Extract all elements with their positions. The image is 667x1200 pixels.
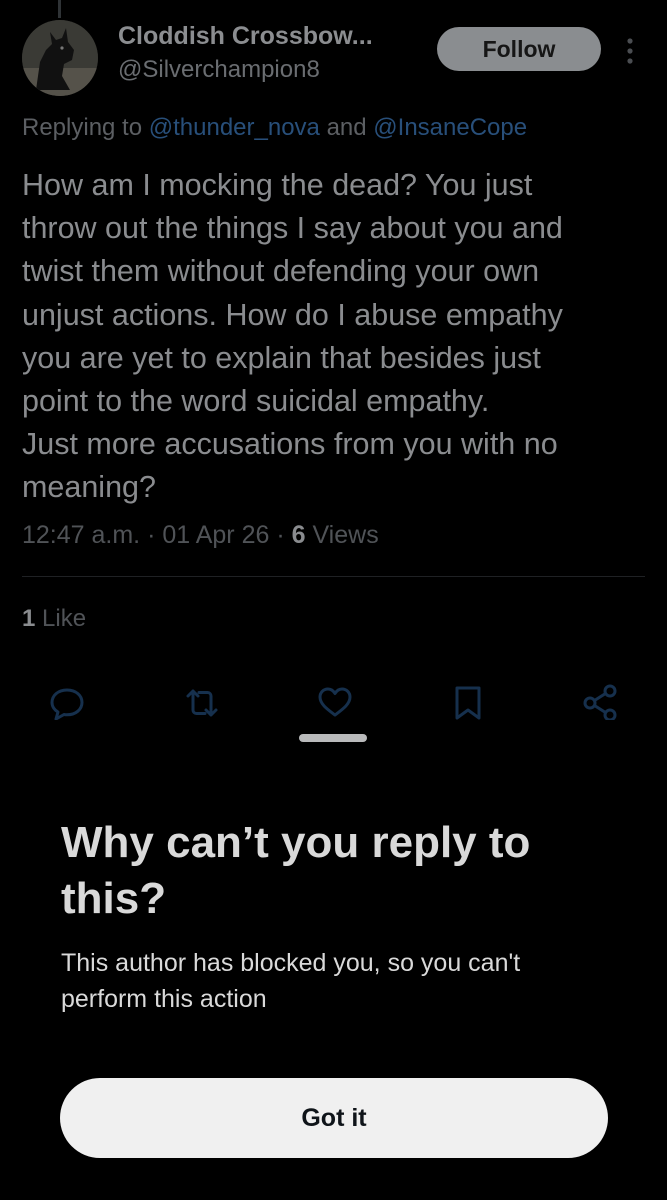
tweet-text: How am I mocking the dead? You just thro… xyxy=(22,168,563,505)
sheet-title: Why can’t you reply to this? xyxy=(61,818,531,923)
likes-count: 1 xyxy=(22,605,36,632)
sheet-drag-handle[interactable] xyxy=(299,734,367,742)
author-display-name[interactable]: Cloddish Crossbow... xyxy=(118,22,373,51)
tweet-meta: 12:47 a.m. · 01 Apr 26 · 6 Views xyxy=(22,521,379,550)
tweet-time: 12:47 a.m. xyxy=(22,521,141,549)
replying-prefix: Replying to xyxy=(22,114,149,141)
blocked-bottom-sheet: Why can’t you reply to this? This author… xyxy=(0,720,667,1200)
views-count: 6 xyxy=(291,521,306,549)
got-it-button[interactable]: Got it xyxy=(60,1078,608,1158)
author-handle[interactable]: @Silverchampion8 xyxy=(118,56,320,84)
replying-to: Replying to @thunder_nova and @InsaneCop… xyxy=(22,114,527,142)
meta-separator: · xyxy=(269,521,292,549)
mention-link-1[interactable]: @thunder_nova xyxy=(149,114,320,141)
tweet-date: 01 Apr 26 xyxy=(162,521,270,549)
replying-joiner: and xyxy=(319,114,374,141)
likes-label: Like xyxy=(35,605,87,632)
views-label: Views xyxy=(305,521,379,549)
follow-button[interactable]: Follow xyxy=(437,27,601,71)
mention-link-2[interactable]: @InsaneCope xyxy=(373,114,527,141)
divider xyxy=(22,576,645,577)
meta-separator: · xyxy=(140,521,163,549)
sheet-body: This author has blocked you, so you can'… xyxy=(61,949,521,1013)
avatar[interactable] xyxy=(22,20,98,96)
dog-avatar-icon xyxy=(22,20,98,96)
more-vertical-icon[interactable] xyxy=(620,36,640,66)
tweet: Cloddish Crossbow... @Silverchampion8 Fo… xyxy=(0,0,667,722)
likes-summary[interactable]: 1 Like xyxy=(22,605,86,633)
